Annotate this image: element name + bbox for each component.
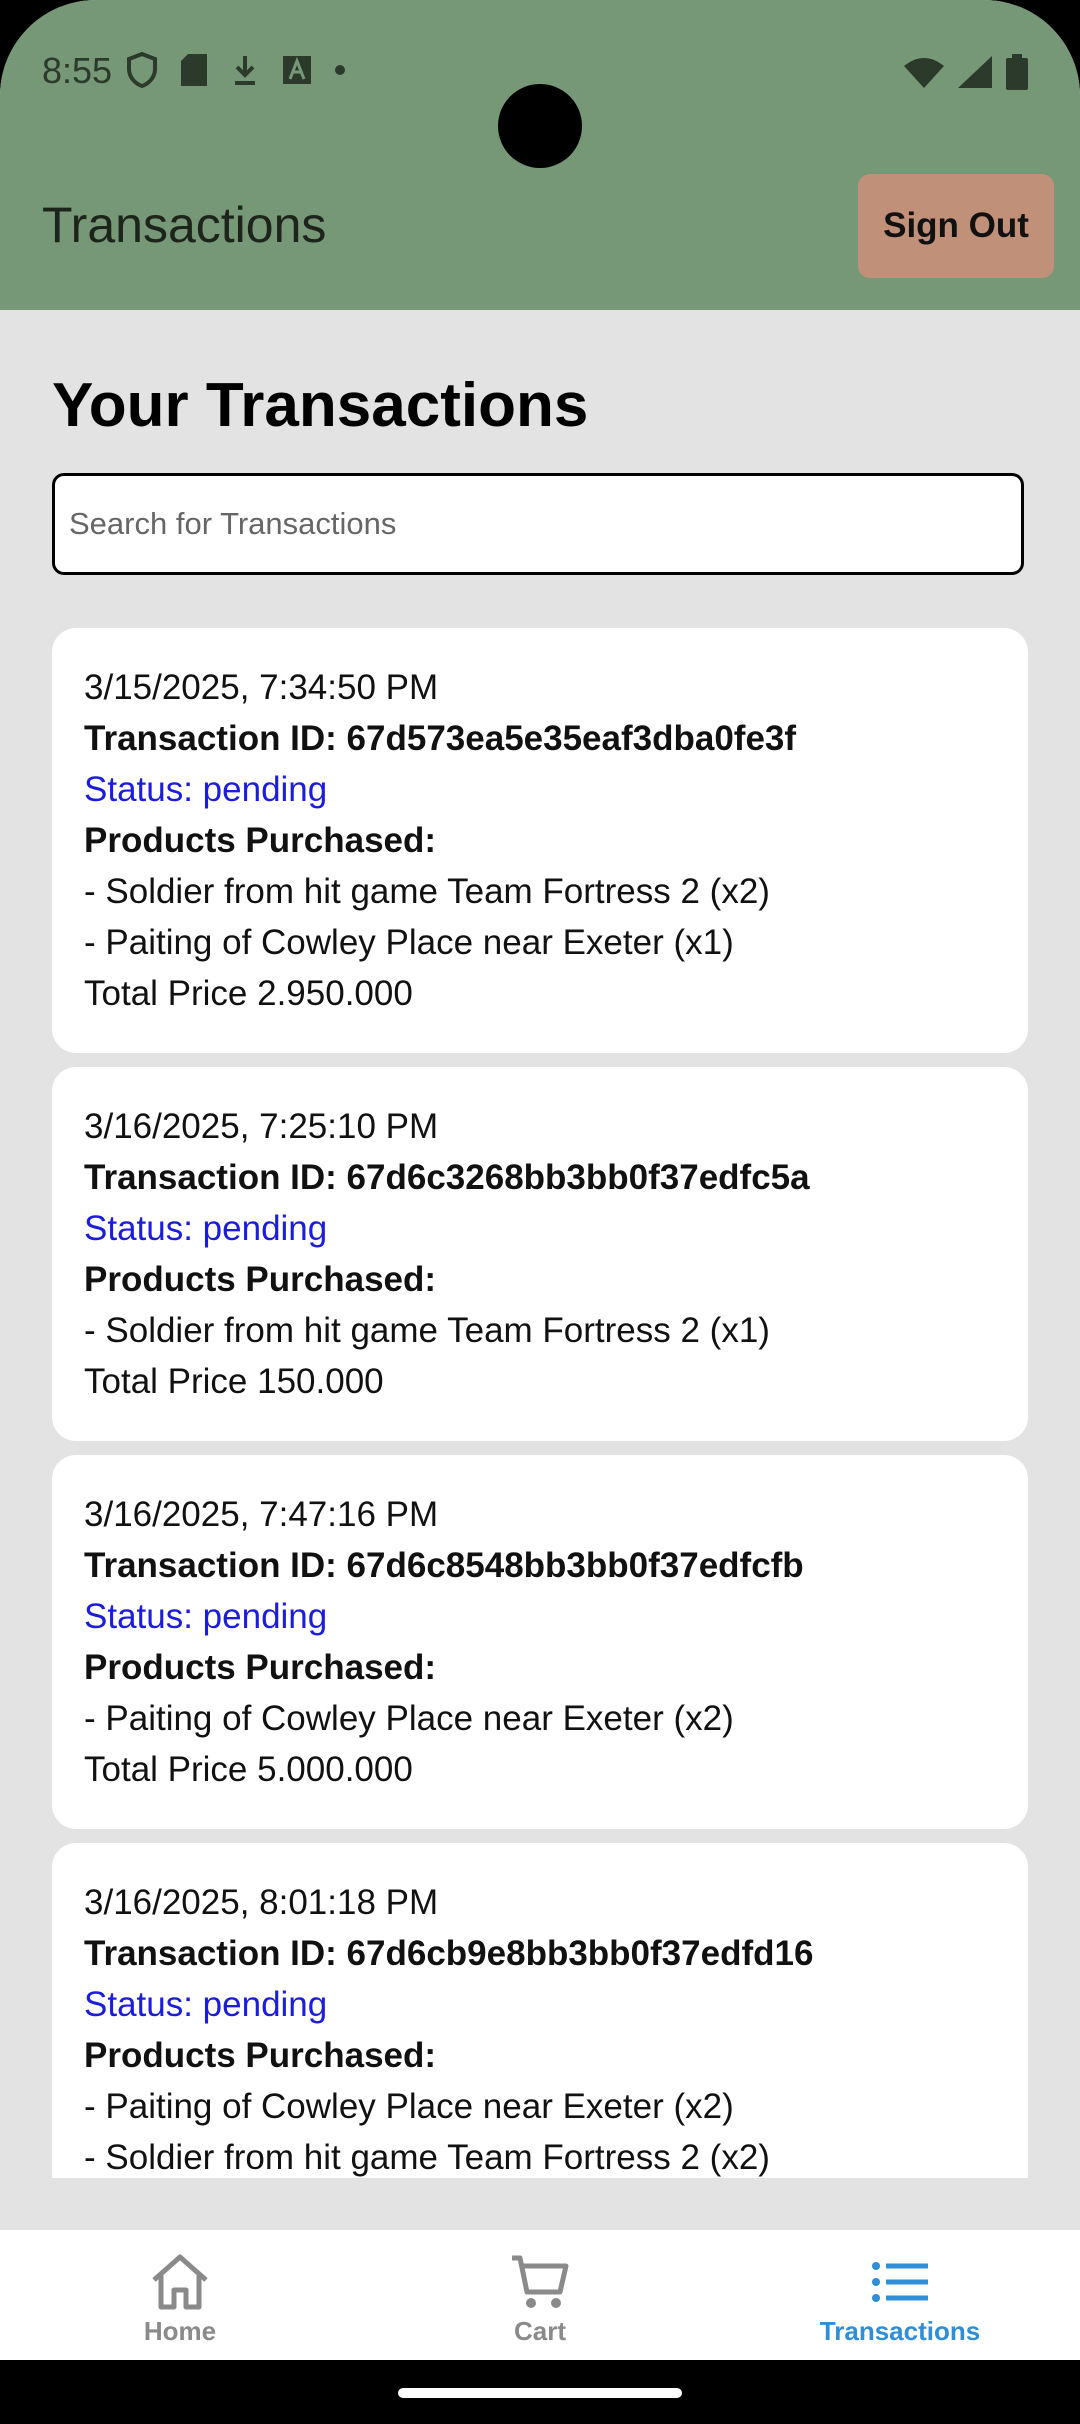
nav-home[interactable]: Home — [0, 2230, 360, 2360]
app-header: 8:55 Transactions Sign Out — [0, 0, 1080, 310]
page-title: Transactions — [42, 197, 327, 253]
shield-icon — [127, 52, 157, 88]
products-heading: Products Purchased: — [84, 1648, 437, 1687]
download-icon — [235, 56, 255, 85]
camera-cutout — [498, 84, 582, 168]
transaction-id: Transaction ID: 67d6c8548bb3bb0f37edfcfb — [84, 1546, 804, 1585]
transaction-card: 3/16/2025, 8:01:18 PM Transaction ID: 67… — [52, 1843, 1028, 2178]
transaction-status: Status: pending — [84, 1209, 328, 1248]
product-item: - Paiting of Cowley Place near Exeter (x… — [84, 2087, 734, 2126]
transaction-card: 3/16/2025, 7:47:16 PM Transaction ID: 67… — [52, 1455, 1028, 1829]
list-icon — [872, 2262, 928, 2302]
products-heading: Products Purchased: — [84, 2036, 437, 2075]
transaction-total: Total Price 150.000 — [84, 1362, 384, 1401]
product-item: - Soldier from hit game Team Fortress 2 … — [84, 2138, 770, 2177]
transaction-date: 3/15/2025, 7:34:50 PM — [84, 668, 439, 707]
nav-cart[interactable]: Cart — [360, 2230, 720, 2360]
transaction-date: 3/16/2025, 8:01:18 PM — [84, 1883, 439, 1922]
app-screen: 8:55 Transactions Sign Out Your Transact… — [0, 0, 1080, 2360]
home-icon — [152, 2254, 208, 2310]
bottom-navigation: Home Cart Transactions — [0, 2230, 1080, 2360]
sd-card-icon — [181, 54, 207, 86]
transaction-status: Status: pending — [84, 1597, 328, 1636]
gesture-bar[interactable] — [398, 2388, 682, 2398]
cart-icon — [512, 2255, 569, 2308]
font-icon — [283, 56, 311, 84]
nav-home-label: Home — [143, 2316, 217, 2346]
wifi-icon — [904, 58, 944, 88]
product-item: - Soldier from hit game Team Fortress 2 … — [84, 1311, 770, 1350]
nav-cart-label: Cart — [513, 2316, 566, 2346]
transaction-total: Total Price 5.000.000 — [84, 1750, 413, 1789]
transaction-date: 3/16/2025, 7:47:16 PM — [84, 1495, 439, 1534]
transaction-status: Status: pending — [84, 1985, 328, 2024]
system-icons — [904, 54, 1028, 90]
transaction-total: Total Price 2.950.000 — [84, 974, 413, 1013]
search-input[interactable] — [55, 476, 1021, 572]
transaction-card: 3/16/2025, 7:25:10 PM Transaction ID: 67… — [52, 1067, 1028, 1441]
transaction-status: Status: pending — [84, 770, 328, 809]
nav-transactions-label: Transactions — [819, 2316, 981, 2346]
product-item: - Paiting of Cowley Place near Exeter (x… — [84, 923, 734, 962]
product-item: - Paiting of Cowley Place near Exeter (x… — [84, 1699, 734, 1738]
sign-out-button[interactable]: Sign Out — [858, 174, 1054, 278]
transaction-id: Transaction ID: 67d6cb9e8bb3bb0f37edfd16 — [84, 1934, 814, 1973]
transaction-id: Transaction ID: 67d6c3268bb3bb0f37edfc5a — [84, 1158, 810, 1197]
dot-icon — [335, 65, 345, 75]
product-item: - Soldier from hit game Team Fortress 2 … — [84, 872, 770, 911]
search-field[interactable] — [52, 473, 1024, 575]
battery-icon — [1006, 54, 1028, 90]
transaction-card: 3/15/2025, 7:34:50 PM Transaction ID: 67… — [52, 628, 1028, 1053]
notification-icons — [126, 52, 346, 88]
transaction-list[interactable]: 3/15/2025, 7:34:50 PM Transaction ID: 67… — [52, 628, 1028, 2178]
signal-icon — [958, 56, 992, 88]
section-heading: Your Transactions — [52, 371, 589, 440]
products-heading: Products Purchased: — [84, 821, 437, 860]
status-time: 8:55 — [42, 50, 113, 91]
nav-transactions[interactable]: Transactions — [720, 2230, 1080, 2360]
transaction-date: 3/16/2025, 7:25:10 PM — [84, 1107, 439, 1146]
status-bar: 8:55 — [0, 40, 1080, 168]
products-heading: Products Purchased: — [84, 1260, 437, 1299]
transaction-id: Transaction ID: 67d573ea5e35eaf3dba0fe3f — [84, 719, 797, 758]
